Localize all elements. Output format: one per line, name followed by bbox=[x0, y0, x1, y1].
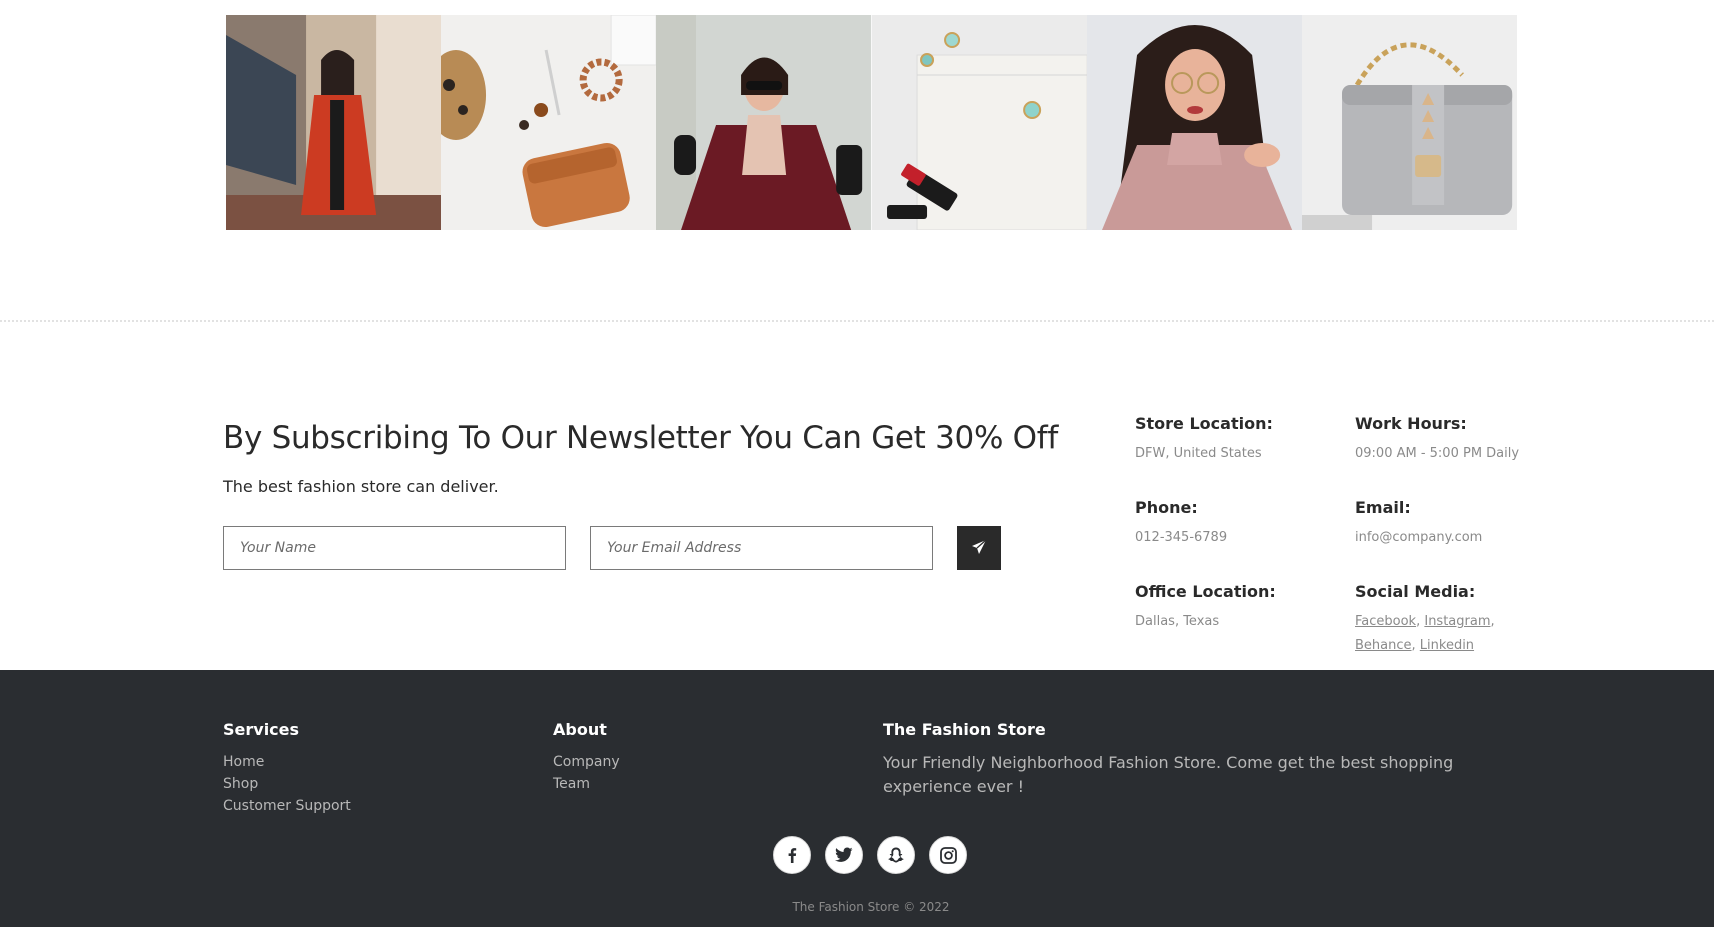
twitter-icon[interactable] bbox=[825, 836, 863, 874]
contact-info-grid: Store Location: DFW, United States Work … bbox=[1135, 414, 1535, 658]
instagram-icon[interactable] bbox=[929, 836, 967, 874]
store-location-block: Store Location: DFW, United States bbox=[1135, 414, 1355, 466]
footer-link-company[interactable]: Company bbox=[553, 751, 620, 773]
social-media-links: Facebook, Instagram, Behance, Linkedin bbox=[1355, 614, 1495, 653]
gallery-image-leather-wallet[interactable] bbox=[441, 15, 657, 230]
facebook-icon[interactable] bbox=[773, 836, 811, 874]
snapchat-icon[interactable] bbox=[877, 836, 915, 874]
footer-link-team[interactable]: Team bbox=[553, 773, 620, 795]
footer-link-home[interactable]: Home bbox=[223, 751, 351, 773]
copyright-text: The Fashion Store © 2022 bbox=[792, 900, 950, 914]
office-location-label: Office Location: bbox=[1135, 582, 1276, 601]
store-location-label: Store Location: bbox=[1135, 414, 1273, 433]
social-media-block: Social Media: Facebook, Instagram, Behan… bbox=[1355, 582, 1535, 658]
section-divider bbox=[0, 320, 1714, 322]
footer-about-title: About bbox=[553, 720, 607, 739]
gallery-image-woman-burgundy-coat[interactable] bbox=[656, 15, 872, 230]
footer-services-column: Services Home Shop Customer Support bbox=[223, 720, 351, 817]
email-input[interactable] bbox=[590, 526, 933, 570]
subscribe-submit-button[interactable] bbox=[957, 526, 1001, 570]
email-block: Email: info@company.com bbox=[1355, 498, 1535, 550]
footer-link-customer-support[interactable]: Customer Support bbox=[223, 795, 351, 817]
footer-store-description: Your Friendly Neighborhood Fashion Store… bbox=[883, 753, 1454, 796]
behance-link[interactable]: Behance bbox=[1355, 638, 1412, 653]
name-input[interactable] bbox=[223, 526, 566, 570]
newsletter-subtext: The best fashion store can deliver. bbox=[223, 477, 499, 496]
linkedin-link[interactable]: Linkedin bbox=[1420, 638, 1474, 653]
site-footer: Services Home Shop Customer Support Abou… bbox=[0, 670, 1714, 927]
office-location-block: Office Location: Dallas, Texas bbox=[1135, 582, 1355, 658]
gallery-image-woman-red-coat[interactable] bbox=[226, 15, 442, 230]
email-label: Email: bbox=[1355, 498, 1411, 517]
work-hours-label: Work Hours: bbox=[1355, 414, 1467, 433]
footer-services-title: Services bbox=[223, 720, 300, 739]
instagram-link[interactable]: Instagram bbox=[1424, 614, 1490, 629]
email-value: info@company.com bbox=[1355, 530, 1483, 545]
phone-value: 012-345-6789 bbox=[1135, 530, 1228, 545]
office-location-value: Dallas, Texas bbox=[1135, 614, 1220, 629]
gallery-image-grey-handbag[interactable] bbox=[1301, 15, 1518, 230]
footer-store-column: The Fashion Store Your Friendly Neighbor… bbox=[883, 720, 1503, 799]
facebook-link[interactable]: Facebook bbox=[1355, 614, 1416, 629]
social-media-label: Social Media: bbox=[1355, 582, 1476, 601]
footer-store-title: The Fashion Store bbox=[883, 720, 1046, 739]
store-location-value: DFW, United States bbox=[1135, 446, 1262, 461]
newsletter-heading: By Subscribing To Our Newsletter You Can… bbox=[223, 420, 1058, 456]
footer-about-column: About Company Team bbox=[553, 720, 620, 795]
paper-plane-icon bbox=[971, 539, 987, 558]
phone-label: Phone: bbox=[1135, 498, 1198, 517]
work-hours-block: Work Hours: 09:00 AM - 5:00 PM Daily bbox=[1355, 414, 1535, 466]
phone-block: Phone: 012-345-6789 bbox=[1135, 498, 1355, 550]
gallery-image-white-clutch[interactable] bbox=[871, 15, 1087, 230]
instagram-gallery bbox=[226, 15, 1518, 230]
footer-link-shop[interactable]: Shop bbox=[223, 773, 351, 795]
newsletter-form bbox=[223, 526, 1123, 570]
footer-social-icons bbox=[773, 836, 967, 874]
newsletter-section: By Subscribing To Our Newsletter You Can… bbox=[223, 420, 1123, 570]
work-hours-value: 09:00 AM - 5:00 PM Daily bbox=[1355, 446, 1520, 461]
gallery-image-woman-pink-jacket[interactable] bbox=[1086, 15, 1302, 230]
